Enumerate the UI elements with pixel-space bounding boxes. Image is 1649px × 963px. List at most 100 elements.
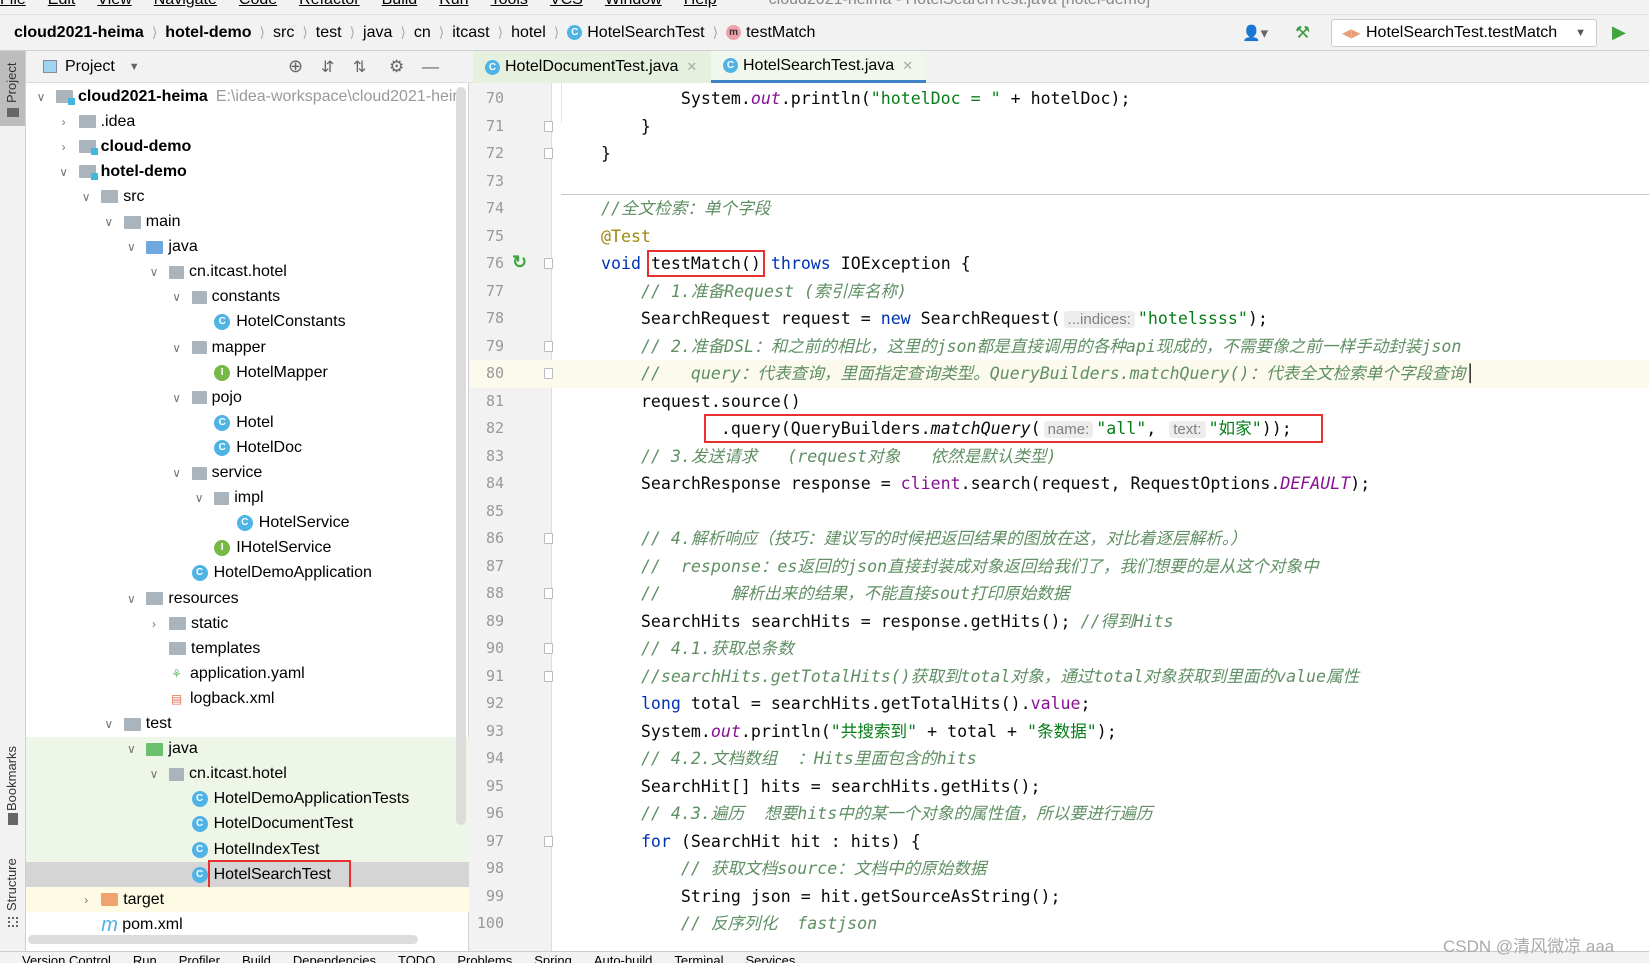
menu-run[interactable]: Run <box>439 0 468 8</box>
project-tool-label[interactable]: Project <box>4 63 19 103</box>
breadcrumb-item[interactable]: cn ⟩ <box>414 24 452 42</box>
menu-build[interactable]: Build <box>382 0 418 8</box>
tree-item[interactable]: ∨ mapper <box>26 335 469 360</box>
tree-item[interactable]: m pom.xml <box>26 912 469 937</box>
breadcrumb-item[interactable]: test ⟩ <box>316 24 363 42</box>
tree-item[interactable]: ∨ hotel-demo <box>26 159 469 184</box>
breadcrumb-item[interactable]: hotel ⟩ <box>511 24 567 42</box>
bottom-tab-spring[interactable]: Spring <box>534 953 572 963</box>
run-configuration-select[interactable]: ◀▶ HotelSearchTest.testMatch ▼ <box>1331 19 1597 47</box>
tree-item[interactable]: C HotelDocumentTest <box>26 811 469 837</box>
bottom-tab-problems[interactable]: Problems <box>457 953 512 963</box>
chevron-down-icon[interactable]: ∨ <box>124 240 138 254</box>
tree-item[interactable]: C HotelDemoApplication <box>26 561 469 586</box>
chevron-down-icon[interactable]: ∨ <box>170 290 184 304</box>
breadcrumb-item[interactable]: cloud2021-heima ⟩ <box>14 24 165 42</box>
tree-item[interactable]: › cloud-demo <box>26 134 469 159</box>
tree-item[interactable]: ∨ resources <box>26 586 469 611</box>
fold-marker-icon[interactable] <box>544 588 553 599</box>
run-test-icon[interactable]: ↻ <box>512 252 527 273</box>
tree-item[interactable]: ∨ service <box>26 461 469 486</box>
menu-view[interactable]: View <box>97 0 131 8</box>
tab-hotel-search-test[interactable]: C HotelSearchTest.java ✕ <box>711 51 926 83</box>
tree-item[interactable]: C HotelSearchTest <box>26 859 469 890</box>
vertical-scrollbar[interactable] <box>456 87 466 825</box>
chevron-down-icon[interactable]: ∨ <box>57 165 71 179</box>
tree-item[interactable]: ∨ cn.itcast.hotel <box>26 761 469 787</box>
menu-navigate[interactable]: Navigate <box>154 0 217 8</box>
tree-item[interactable]: C HotelConstants <box>26 310 469 335</box>
bottom-tab-services[interactable]: Services <box>745 953 795 963</box>
tree-item[interactable]: ∨ main <box>26 210 469 235</box>
chevron-down-icon[interactable]: ∨ <box>79 190 93 204</box>
bottom-tab-run[interactable]: Run <box>133 953 157 963</box>
breadcrumb-item[interactable]: hotel-demo ⟩ <box>165 24 273 42</box>
structure-tool-button[interactable]: Structure <box>4 858 19 911</box>
breadcrumb-item[interactable]: m testMatch <box>726 24 815 42</box>
bottom-tab-auto-build[interactable]: Auto-build <box>594 953 653 963</box>
tree-item[interactable]: ▤ logback.xml <box>26 686 469 711</box>
bookmarks-tool-button[interactable]: Bookmarks <box>4 746 19 811</box>
tree-item[interactable]: ∨ impl <box>26 486 469 511</box>
chevron-down-icon[interactable]: ∨ <box>170 466 184 480</box>
tree-item[interactable]: I HotelMapper <box>26 360 469 385</box>
menu-file[interactable]: File <box>0 0 26 8</box>
hide-icon[interactable]: — <box>422 57 439 77</box>
run-icon[interactable]: ▶ <box>1612 22 1626 43</box>
tree-item[interactable]: ∨ java <box>26 736 469 762</box>
tree-item[interactable]: C HotelDoc <box>26 435 469 460</box>
bottom-tab-todo[interactable]: TODO <box>398 953 435 963</box>
tree-item[interactable]: C Hotel <box>26 410 469 435</box>
expand-all-icon[interactable]: ⇵ <box>321 57 334 77</box>
menu-window[interactable]: Window <box>605 0 662 8</box>
tree-item[interactable]: ∨ src <box>26 184 469 209</box>
bottom-tab-terminal[interactable]: Terminal <box>674 953 723 963</box>
chevron-right-icon[interactable]: › <box>79 893 93 907</box>
fold-marker-icon[interactable] <box>544 643 553 654</box>
close-icon[interactable]: ✕ <box>902 58 913 74</box>
tree-item[interactable]: templates <box>26 636 469 661</box>
collapse-all-icon[interactable]: ⇅ <box>353 57 366 77</box>
tree-item[interactable]: ∨ test <box>26 712 469 737</box>
menu-edit[interactable]: Edit <box>48 0 76 8</box>
tab-hotel-document-test[interactable]: C HotelDocumentTest.java ✕ <box>473 51 711 83</box>
build-hammer-icon[interactable]: ⚒ <box>1295 23 1310 43</box>
breadcrumb-item[interactable]: src ⟩ <box>273 24 316 42</box>
close-icon[interactable]: ✕ <box>686 59 697 75</box>
user-icon[interactable]: 👤▾ <box>1242 24 1268 42</box>
chevron-down-icon[interactable]: ∨ <box>147 265 161 279</box>
tree-item[interactable]: ∨ pojo <box>26 385 469 410</box>
chevron-right-icon[interactable]: › <box>57 115 71 129</box>
chevron-down-icon[interactable]: ∨ <box>102 717 116 731</box>
breadcrumb-item[interactable]: itcast ⟩ <box>452 24 511 42</box>
chevron-right-icon[interactable]: › <box>147 617 161 631</box>
fold-marker-icon[interactable] <box>544 148 553 159</box>
chevron-down-icon[interactable]: ∨ <box>124 742 138 756</box>
tree-item[interactable]: ∨ constants <box>26 285 469 310</box>
menu-help[interactable]: Help <box>684 0 717 8</box>
menu-refactor[interactable]: Refactor <box>299 0 359 8</box>
bottom-tab-version-control[interactable]: Version Control <box>22 953 111 963</box>
tree-item[interactable]: I IHotelService <box>26 536 469 561</box>
fold-marker-icon[interactable] <box>544 368 553 379</box>
menu-tools[interactable]: Tools <box>491 0 528 8</box>
tree-item[interactable]: ∨ cloud2021-heima E:\idea-workspace\cloud2… <box>26 84 469 109</box>
breadcrumb-item[interactable]: java ⟩ <box>363 24 414 42</box>
project-view-select[interactable]: Project <box>65 58 115 76</box>
tree-item[interactable]: ⚘ application.yaml <box>26 661 469 686</box>
bottom-tab-build[interactable]: Build <box>242 953 271 963</box>
locate-icon[interactable]: ⊕ <box>288 56 303 77</box>
tree-item[interactable]: › .idea <box>26 109 469 134</box>
chevron-down-icon[interactable]: ▼ <box>129 61 140 73</box>
tree-item[interactable]: ∨ cn.itcast.hotel <box>26 260 469 285</box>
chevron-right-icon[interactable]: › <box>57 140 71 154</box>
bottom-tab-dependencies[interactable]: Dependencies <box>293 953 376 963</box>
tree-item[interactable]: ∨ java <box>26 235 469 260</box>
bottom-tab-profiler[interactable]: Profiler <box>179 953 220 963</box>
chevron-down-icon[interactable]: ∨ <box>170 341 184 355</box>
tree-item[interactable]: C HotelService <box>26 511 469 536</box>
breadcrumb-item[interactable]: C HotelSearchTest ⟩ <box>567 24 726 42</box>
fold-marker-icon[interactable] <box>544 533 553 544</box>
chevron-down-icon[interactable]: ∨ <box>124 592 138 606</box>
chevron-down-icon[interactable]: ∨ <box>170 391 184 405</box>
